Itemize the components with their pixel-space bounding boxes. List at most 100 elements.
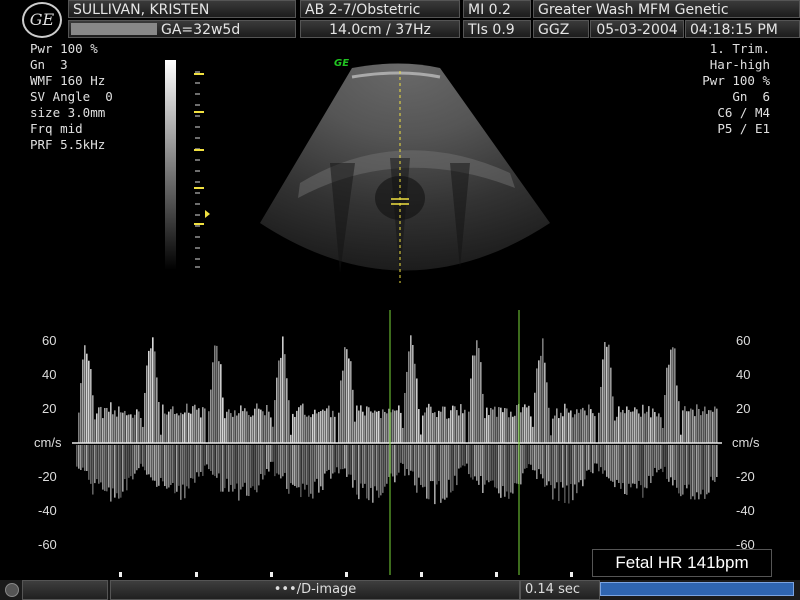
axis-right-units: cm/s [732,435,760,450]
spectrum-column-negative [572,445,574,501]
spectrum-column-positive [340,380,342,443]
spectrum-column-positive [130,414,132,443]
spectrum-column-negative [488,445,490,483]
spectrum-column-positive [490,408,492,443]
spectrum-column-positive [184,412,186,443]
spectrum-column-negative [382,445,384,493]
spectrum-column-positive [246,411,248,443]
spectrum-column-negative [482,445,484,493]
spectrum-column-negative [150,445,152,478]
spectrum-column-negative [418,445,420,478]
spectrum-column-positive [158,402,160,443]
spectrum-column-negative [716,445,718,477]
spectrum-column-positive [470,378,472,443]
spectrum-column-negative [594,445,596,464]
spectrum-column-positive [628,409,630,443]
spectrum-column-positive [510,411,512,443]
spectrum-column-positive [278,360,280,443]
spectrum-column-negative [226,445,228,479]
spectrum-column-positive [450,410,452,443]
spectrum-column-negative [530,445,532,465]
spectrum-column-negative [170,445,172,485]
spectrum-column-positive [672,347,674,443]
spectrum-column-negative [656,445,658,473]
spectrum-column-positive [134,414,136,443]
spectrum-column-positive [284,354,286,443]
spectrum-column-negative [386,445,388,484]
spectrum-column-positive [492,409,494,443]
spectrum-column-negative [626,445,628,495]
spectrum-column-positive [136,409,138,443]
param-size: size 3.0mm [30,105,106,120]
spectrum-column-negative [692,445,694,497]
spectrum-column-positive [200,417,202,443]
spectrum-column-positive [100,406,102,443]
spectrum-column-negative [266,445,268,470]
spectrum-column-negative [380,445,382,496]
param-gain-2d: Gn 6 [732,89,770,104]
spectrum-column-negative [628,445,630,484]
spectrum-column-negative [414,445,416,486]
spectrum-column-positive [234,410,236,443]
spectrum-column-positive [210,389,212,443]
spectrum-column-negative [480,445,482,477]
doppler-trace [76,335,718,505]
spectrum-column-positive [654,412,656,443]
spectrum-column-negative [570,445,572,484]
spectrum-column-negative [574,445,576,485]
spectrum-column-positive [548,407,550,443]
param-gain: Gn 3 [30,57,68,72]
spectrum-column-negative [326,445,328,472]
spectrum-column-positive [316,413,318,443]
spectrum-column-positive [600,386,602,443]
spectrum-column-positive [368,407,370,443]
spectrum-column-negative [174,445,176,494]
spectrum-column-positive [444,406,446,443]
spectrum-column-positive [708,410,710,443]
spectrum-column-negative [140,445,142,464]
spectrum-column-positive [456,410,458,443]
spectrum-column-positive [400,412,402,443]
operator-id: GGZ [533,20,589,38]
spectrum-column-negative [608,445,610,479]
spectrum-column-positive [280,357,282,443]
spectrum-column-positive [404,392,406,443]
spectrum-column-positive [346,349,348,443]
spectrum-column-positive [554,415,556,443]
spectrum-column-negative [76,445,78,467]
spectrum-column-negative [582,445,584,487]
footer-left-button[interactable] [22,580,108,600]
spectrum-column-negative [412,445,414,472]
spectrum-column-negative [606,445,608,477]
spectrum-column-positive [254,408,256,443]
spectrum-column-positive [118,406,120,443]
spectrum-column-negative [166,445,168,489]
spectrum-column-negative [118,445,120,499]
cine-mode-button[interactable]: •••/D-image [110,580,520,600]
spectrum-column-positive [568,412,570,443]
spectrum-column-positive [342,370,344,443]
spectrum-column-positive [670,349,672,443]
spectrum-column-negative [456,445,458,486]
spectrum-column-positive [614,420,616,443]
spectrum-column-negative [448,445,450,480]
spectrum-column-positive [394,410,396,443]
spectrum-column-negative [442,445,444,499]
spectrum-column-negative [510,445,512,493]
spectrum-column-positive [282,336,284,443]
spectrum-column-negative [500,445,502,498]
spectrum-column-positive [366,406,368,443]
spectrum-column-positive [146,365,148,443]
spectrum-column-negative [646,445,648,489]
cine-progress-bar[interactable] [600,582,794,596]
spectrum-column-positive [578,412,580,443]
spectrum-column-negative [534,445,536,471]
spectrum-column-positive [546,382,548,443]
spectrum-column-positive [460,404,462,443]
spectrum-column-negative [698,445,700,500]
spectrum-column-negative [112,445,114,489]
spectrum-column-negative [106,445,108,492]
spectrum-column-negative [142,445,144,467]
spectrum-column-negative [308,445,310,497]
spectrum-column-negative [358,445,360,500]
